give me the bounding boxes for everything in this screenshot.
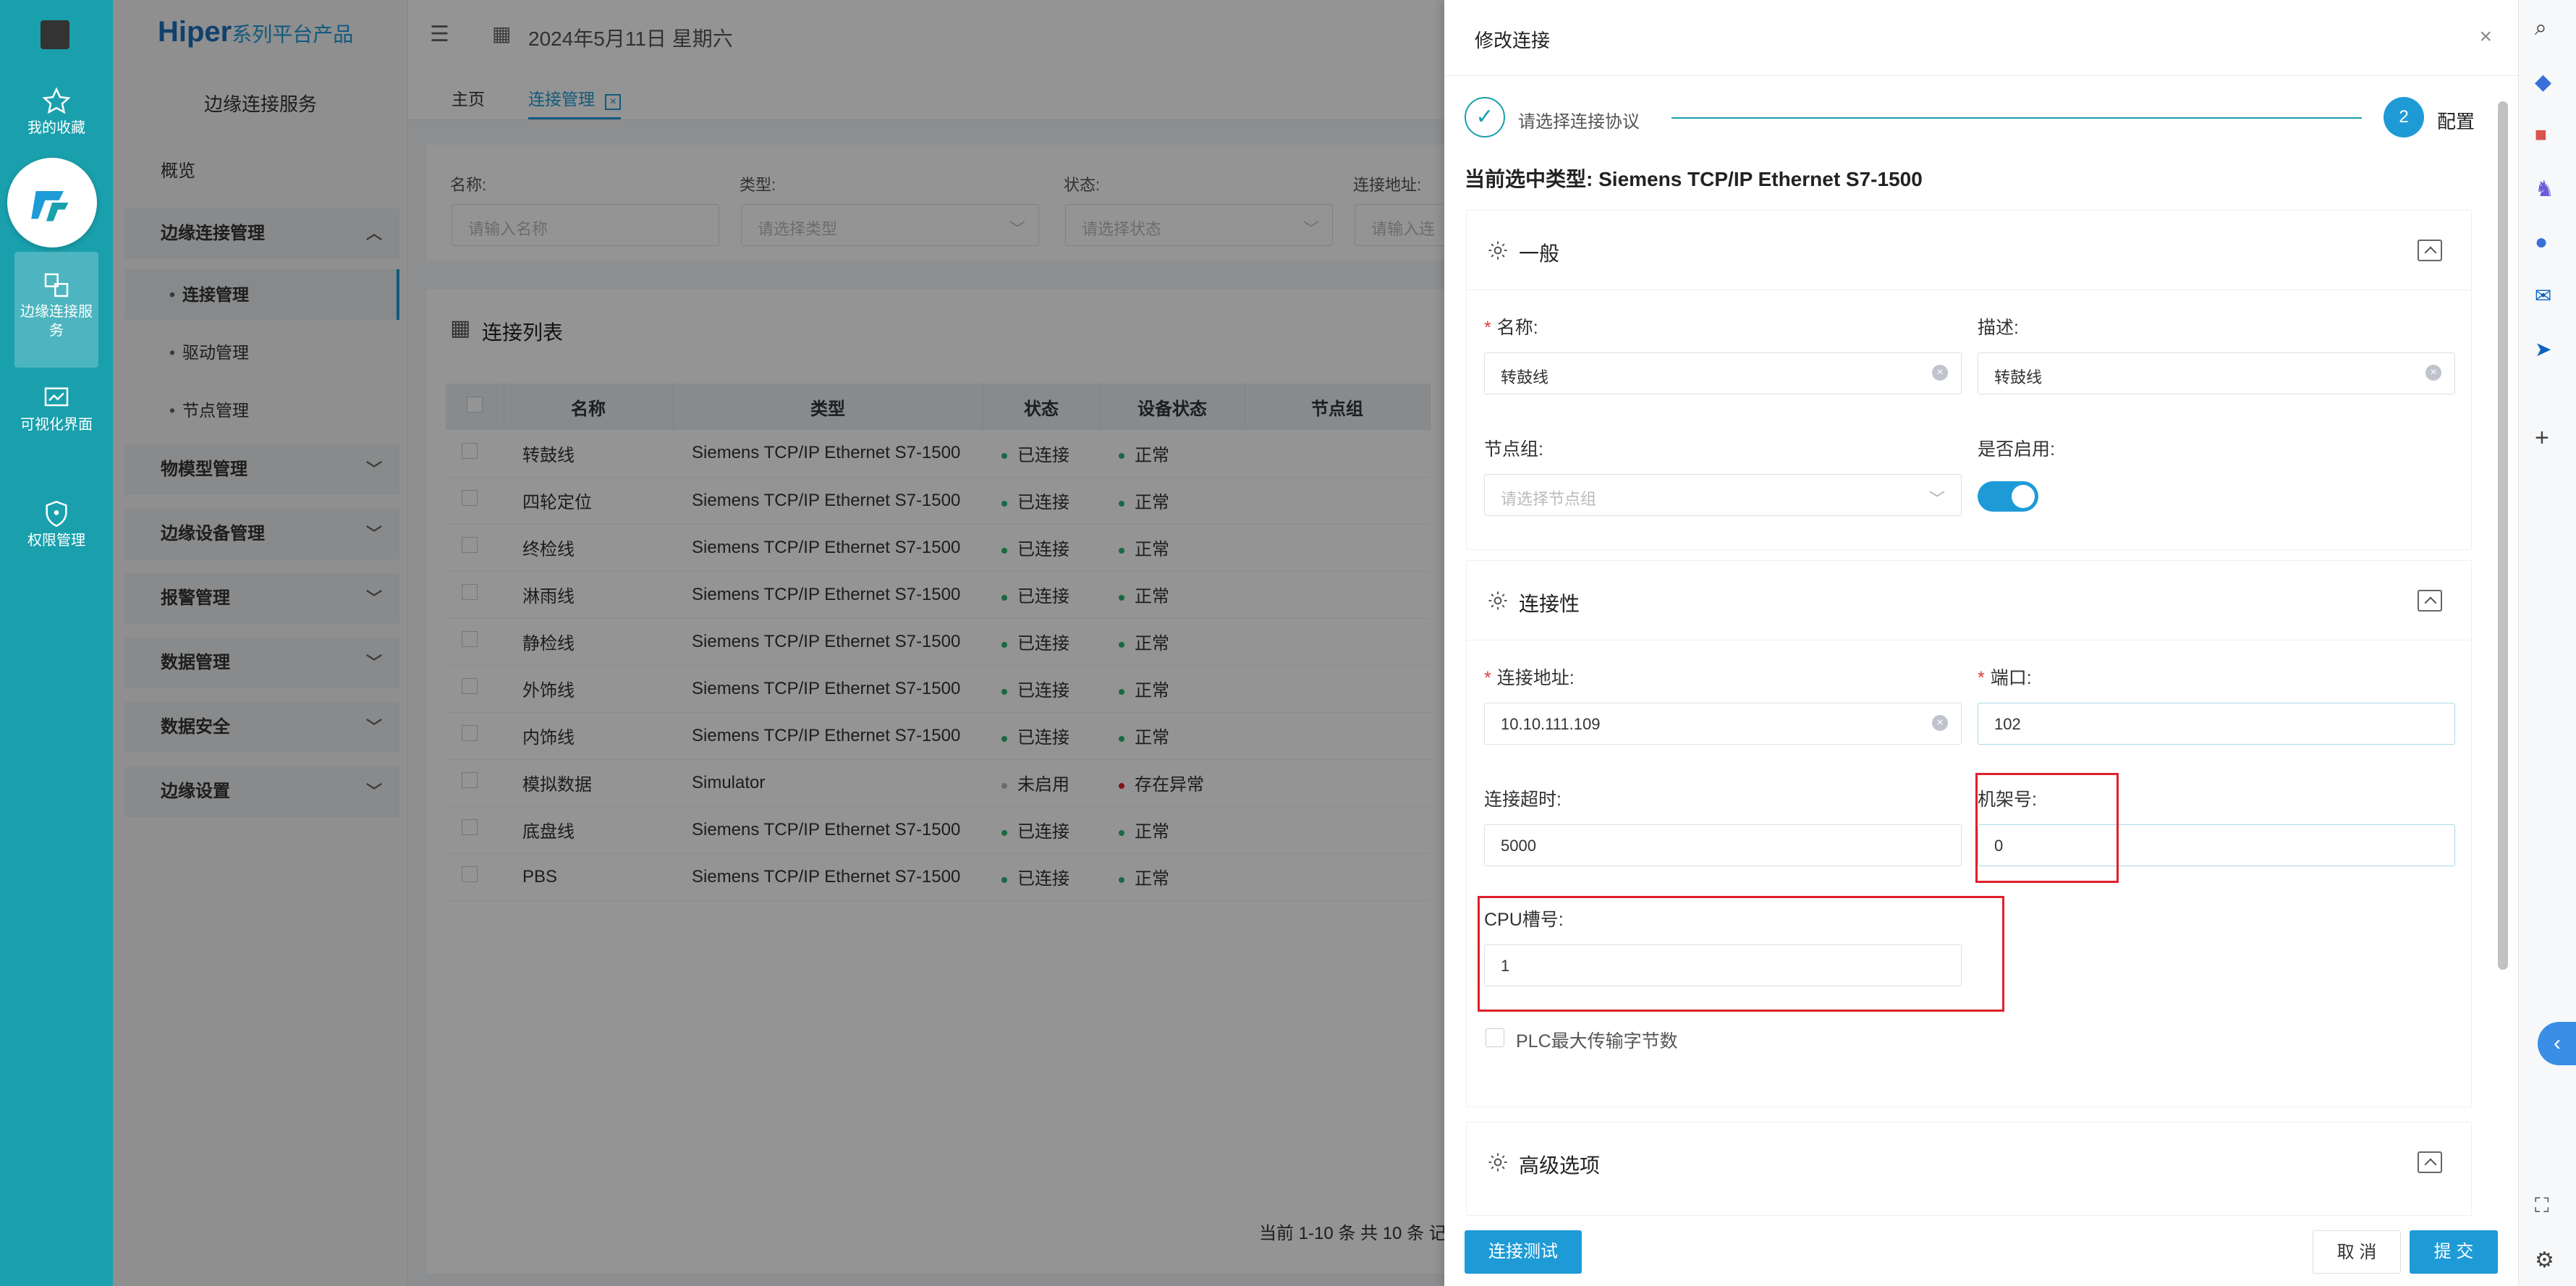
collapse-sidebar-button[interactable]: ‹: [2538, 1022, 2576, 1065]
address-label-text: 连接地址:: [1496, 668, 1575, 688]
port-input[interactable]: 102: [1978, 703, 2455, 745]
enabled-label: 是否启用:: [1978, 439, 2055, 460]
enabled-toggle[interactable]: [1978, 481, 2038, 512]
section-general-header[interactable]: 一般: [1467, 211, 2471, 290]
name-input[interactable]: 转鼓线 ×: [1484, 352, 1962, 394]
address-label: * 连接地址:: [1484, 668, 1575, 688]
modal-overlay[interactable]: [113, 0, 1444, 1286]
port-label: * 端口:: [1978, 668, 2032, 688]
step-1-label: 请选择连接协议: [1518, 112, 1640, 132]
pdu-checkbox[interactable]: [1486, 1028, 1504, 1047]
tag-icon[interactable]: ◆: [2535, 69, 2561, 96]
app-logo[interactable]: [41, 20, 69, 49]
browser-side-strip: ⌕ ◆ ■ ♞ ● ✉ ➤ + ‹ ⛶ ⚙: [2518, 0, 2576, 1286]
node-group-select[interactable]: 请选择节点组 ﹀: [1484, 474, 1962, 516]
description-label: 描述:: [1978, 318, 2019, 338]
shield-icon: [46, 500, 67, 528]
connection-test-button[interactable]: 连接测试: [1465, 1230, 1582, 1274]
chess-icon[interactable]: ♞: [2535, 177, 2561, 203]
timeout-label: 连接超时:: [1484, 790, 1562, 810]
drawer-scrollbar[interactable]: [2498, 101, 2508, 970]
highlight-cpu-slot: [1478, 896, 2004, 1012]
section-connectivity-title: 连接性: [1519, 593, 1580, 615]
description-input[interactable]: 转鼓线 ×: [1978, 352, 2455, 394]
current-type-label: 当前选中类型:: [1465, 168, 1593, 190]
send-icon[interactable]: ➤: [2535, 337, 2561, 363]
section-connectivity: 连接性 * 连接地址: 10.10.111.109 × * 端口: 102 连接超时:…: [1466, 560, 2472, 1107]
section-advanced-title: 高级选项: [1519, 1154, 1601, 1177]
clear-icon[interactable]: ×: [2425, 365, 2441, 381]
drawer-title: 修改连接: [1475, 30, 1551, 51]
connection-icon: [44, 273, 69, 297]
app-badge-icon: [31, 191, 69, 221]
step-2-badge: 2: [2384, 97, 2424, 138]
clear-icon[interactable]: ×: [1932, 365, 1948, 381]
collapse-icon[interactable]: [2418, 1151, 2442, 1173]
gear-icon: [1488, 1153, 1507, 1172]
rail-item-visualization[interactable]: 可视化界面: [14, 384, 98, 434]
floating-app-badge[interactable]: [7, 158, 97, 248]
rail-item-permissions[interactable]: 权限管理: [0, 499, 113, 550]
outlook-icon[interactable]: ✉: [2535, 284, 2561, 310]
screen-capture-icon[interactable]: ⛶: [2535, 1194, 2561, 1220]
copilot-icon[interactable]: ●: [2535, 230, 2561, 256]
section-advanced-header[interactable]: 高级选项: [1467, 1122, 2471, 1202]
timeout-input[interactable]: 5000: [1484, 824, 1962, 866]
address-input[interactable]: 10.10.111.109 ×: [1484, 703, 1962, 745]
step-2-label: 配置: [2437, 111, 2475, 132]
gear-icon: [1488, 241, 1507, 260]
close-icon[interactable]: ×: [2479, 25, 2492, 49]
toolbox-icon[interactable]: ■: [2535, 123, 2561, 149]
add-icon[interactable]: +: [2535, 424, 2561, 452]
submit-button[interactable]: 提 交: [2410, 1230, 2498, 1274]
gear-icon: [1488, 591, 1507, 610]
section-general: 一般 * 名称: 转鼓线 × 描述: 转鼓线 × 节点组: 请选择节点组 ﹀ 是否启用:: [1466, 210, 2472, 550]
chevron-down-icon: ﹀: [1928, 490, 1945, 508]
section-connectivity-header[interactable]: 连接性: [1467, 561, 2471, 640]
rail-item-edge-connection[interactable]: 边缘连接服务: [14, 252, 98, 368]
section-advanced: 高级选项: [1466, 1122, 2472, 1216]
rail-item-label: 可视化界面: [20, 417, 93, 433]
rail-item-label: 权限管理: [27, 533, 85, 549]
name-label-text: 名称:: [1496, 318, 1538, 338]
collapse-icon[interactable]: [2418, 590, 2442, 612]
drawer-header-divider: [1444, 75, 2518, 76]
left-rail: 我的收藏 边缘连接服务 可视化界面 权限管理: [0, 0, 113, 1286]
node-group-label: 节点组:: [1484, 439, 1543, 460]
highlight-rack: [1975, 773, 2119, 883]
star-icon: [42, 87, 71, 114]
edit-connection-drawer: 修改连接 × ✓ 请选择连接协议 2 配置 当前选中类型: Siemens TC…: [1444, 0, 2518, 1286]
section-general-title: 一般: [1519, 242, 1560, 265]
clear-icon[interactable]: ×: [1932, 715, 1948, 731]
pdu-label: PLC最大传输字节数: [1516, 1031, 1678, 1052]
current-type-value: Siemens TCP/IP Ethernet S7-1500: [1598, 168, 1923, 190]
cancel-button[interactable]: 取 消: [2313, 1230, 2401, 1274]
rail-item-label: 边缘连接服务: [20, 304, 93, 339]
step-1-check-icon: ✓: [1465, 97, 1505, 138]
address-input-value: 10.10.111.109: [1501, 715, 1601, 733]
chart-screen-icon: [44, 387, 69, 407]
step-connector: [1672, 117, 2362, 119]
current-type: 当前选中类型: Siemens TCP/IP Ethernet S7-1500: [1465, 164, 1923, 193]
name-input-value: 转鼓线: [1501, 368, 1549, 386]
port-label-text: 端口:: [1990, 668, 2032, 688]
node-group-placeholder: 请选择节点组: [1501, 490, 1597, 508]
toggle-knob: [2012, 485, 2035, 508]
rail-item-label: 我的收藏: [27, 120, 85, 136]
settings-icon[interactable]: ⚙: [2535, 1248, 2561, 1274]
collapse-icon[interactable]: [2418, 240, 2442, 261]
search-icon[interactable]: ⌕: [2535, 16, 2561, 42]
description-input-value: 转鼓线: [1994, 368, 2043, 386]
rail-item-favorites[interactable]: 我的收藏: [0, 87, 113, 138]
name-label: * 名称:: [1484, 318, 1538, 338]
